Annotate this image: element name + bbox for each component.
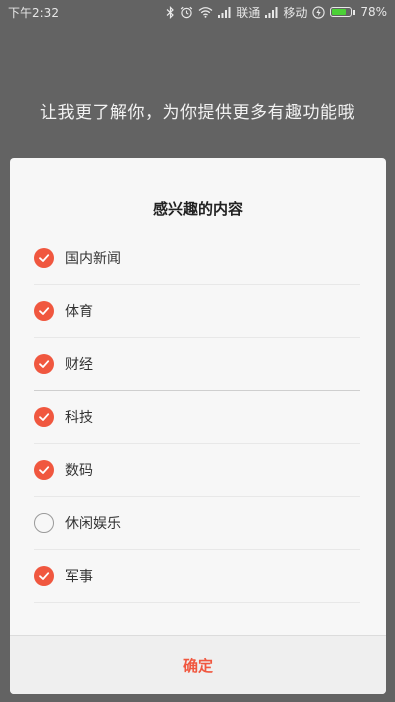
checkbox-checked[interactable] xyxy=(34,354,54,374)
option-label: 财经 xyxy=(65,357,93,373)
signal-icon xyxy=(218,6,231,18)
battery-percent: 78% xyxy=(360,5,387,19)
dialog-footer: 确定 xyxy=(10,635,386,694)
option-label: 休闲娱乐 xyxy=(65,516,121,532)
option-item[interactable]: 休闲娱乐 xyxy=(34,497,360,550)
checkbox-unchecked[interactable] xyxy=(34,513,54,533)
carrier-2: 移动 xyxy=(283,5,308,20)
bluetooth-icon xyxy=(166,5,175,19)
checkbox-checked[interactable] xyxy=(34,301,54,321)
option-item[interactable]: 科技 xyxy=(34,391,360,444)
charging-icon xyxy=(312,5,325,19)
option-label: 国内新闻 xyxy=(65,251,121,267)
battery-icon xyxy=(330,7,356,17)
wifi-icon xyxy=(198,6,213,18)
option-item[interactable]: 数码 xyxy=(34,444,360,497)
checkbox-checked[interactable] xyxy=(34,407,54,427)
checkbox-checked[interactable] xyxy=(34,460,54,480)
screen: 下午2:32 联通 移动 78% 让我更了解你，为你提供更多有趣功能哦 感兴趣的… xyxy=(0,0,395,702)
status-bar: 下午2:32 联通 移动 78% xyxy=(0,0,395,24)
status-time: 下午2:32 xyxy=(8,5,59,20)
option-list: 国内新闻 体育 财经 科技 数码 休闲娱乐 军事 xyxy=(34,232,360,603)
checkbox-checked[interactable] xyxy=(34,566,54,586)
option-label: 体育 xyxy=(65,304,93,320)
carrier-1: 联通 xyxy=(236,5,261,20)
option-label: 军事 xyxy=(65,569,93,585)
alarm-icon xyxy=(180,6,193,19)
checkbox-checked[interactable] xyxy=(34,248,54,268)
signal-icon xyxy=(265,6,278,18)
option-item[interactable]: 军事 xyxy=(34,550,360,603)
option-label: 科技 xyxy=(65,410,93,426)
intro-text: 让我更了解你，为你提供更多有趣功能哦 xyxy=(40,103,355,123)
interest-dialog: 感兴趣的内容 国内新闻 体育 财经 科技 数码 休闲娱乐 军事 确定 xyxy=(10,158,386,694)
option-item[interactable]: 国内新闻 xyxy=(34,232,360,285)
dialog-title: 感兴趣的内容 xyxy=(152,200,243,218)
option-item[interactable]: 财经 xyxy=(34,338,360,391)
confirm-button[interactable]: 确定 xyxy=(177,654,219,677)
option-label: 数码 xyxy=(65,463,93,479)
option-item[interactable]: 体育 xyxy=(34,285,360,338)
